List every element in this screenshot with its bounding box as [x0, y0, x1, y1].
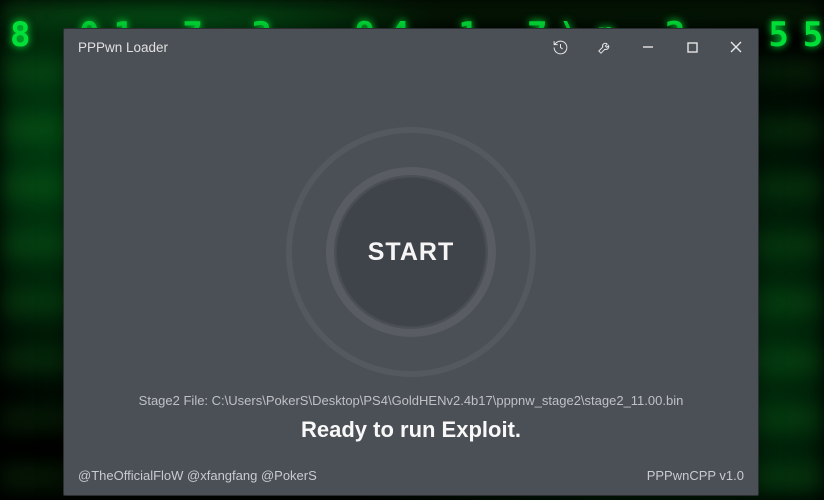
maximize-icon: [687, 42, 698, 53]
minimize-icon: [642, 41, 654, 53]
stage2-path-line: Stage2 File: C:\Users\PokerS\Desktop\PS4…: [64, 393, 758, 408]
status-ready: Ready to run Exploit.: [64, 417, 758, 443]
settings-button[interactable]: [582, 29, 626, 65]
start-disc: START: [336, 177, 486, 327]
wrench-icon: [596, 39, 613, 56]
footer-version: PPPwnCPP v1.0: [647, 468, 744, 483]
start-button[interactable]: START: [286, 127, 536, 377]
window-title: PPPwn Loader: [78, 40, 168, 55]
history-button[interactable]: [538, 29, 582, 65]
stage2-path: C:\Users\PokerS\Desktop\PS4\GoldHENv2.4b…: [212, 393, 684, 408]
minimize-button[interactable]: [626, 29, 670, 65]
maximize-button[interactable]: [670, 29, 714, 65]
footer-credits: @TheOfficialFloW @xfangfang @PokerS: [78, 468, 317, 483]
start-label: START: [368, 238, 454, 267]
titlebar: PPPwn Loader: [64, 29, 758, 65]
history-icon: [552, 39, 569, 56]
footer: @TheOfficialFloW @xfangfang @PokerS PPPw…: [64, 461, 758, 495]
app-window: PPPwn Loader: [63, 28, 759, 496]
close-button[interactable]: [714, 29, 758, 65]
close-icon: [730, 41, 742, 53]
content-area: START Stage2 File: C:\Users\PokerS\Deskt…: [64, 65, 758, 461]
stage2-prefix: Stage2 File:: [139, 393, 212, 408]
